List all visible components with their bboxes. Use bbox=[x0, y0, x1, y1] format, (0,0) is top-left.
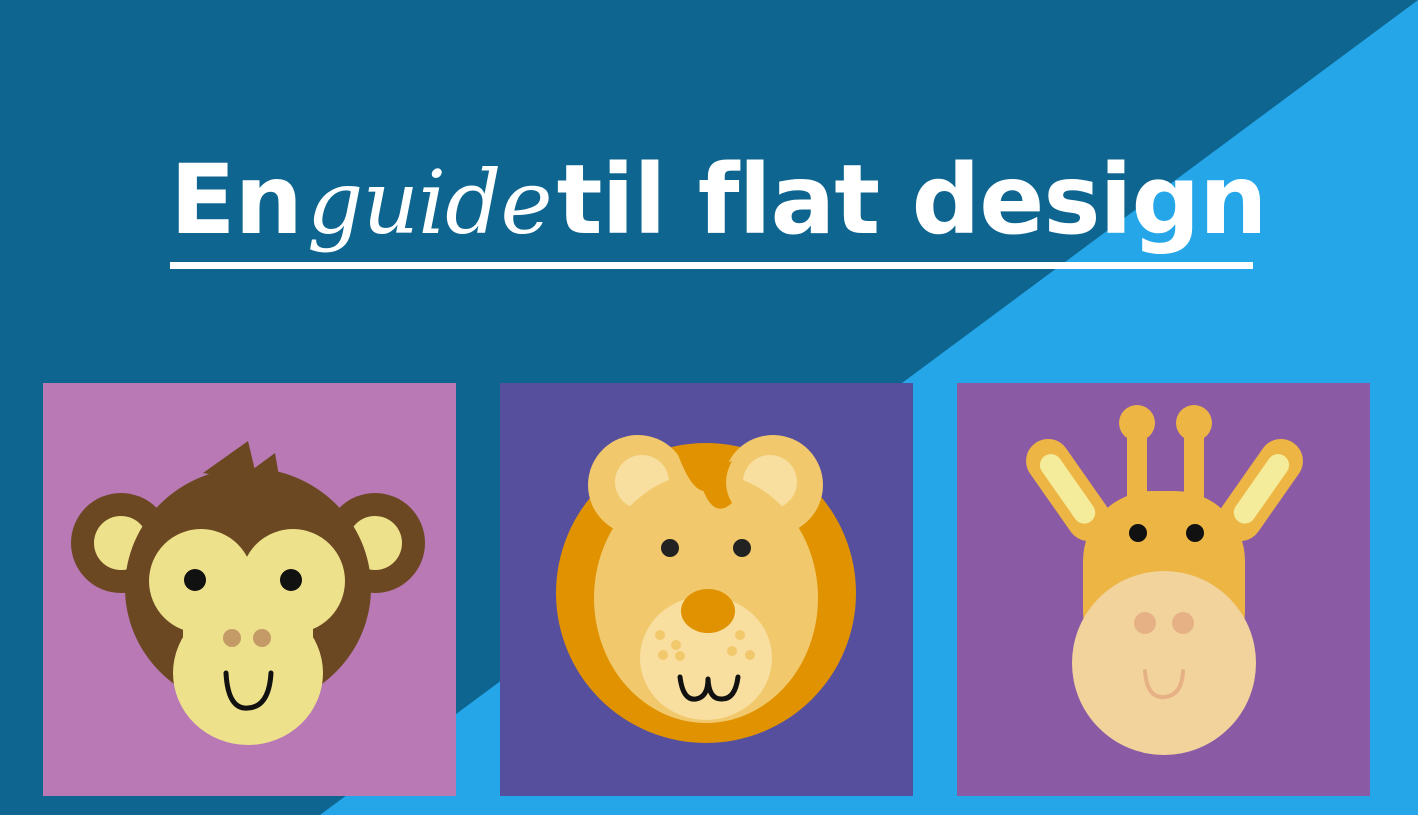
giraffe-card bbox=[957, 383, 1370, 796]
page-title: En guide til flat design bbox=[170, 140, 1267, 270]
title-end: til flat design bbox=[556, 144, 1268, 256]
title-underline bbox=[170, 262, 1253, 269]
lion-card bbox=[500, 383, 913, 796]
title-start: En bbox=[170, 144, 303, 256]
monkey-icon bbox=[43, 383, 456, 796]
monkey-card bbox=[43, 383, 456, 796]
banner: En guide til flat design bbox=[0, 0, 1418, 815]
giraffe-icon bbox=[957, 383, 1370, 796]
lion-icon bbox=[500, 383, 913, 796]
title-emphasis: guide bbox=[307, 151, 553, 254]
